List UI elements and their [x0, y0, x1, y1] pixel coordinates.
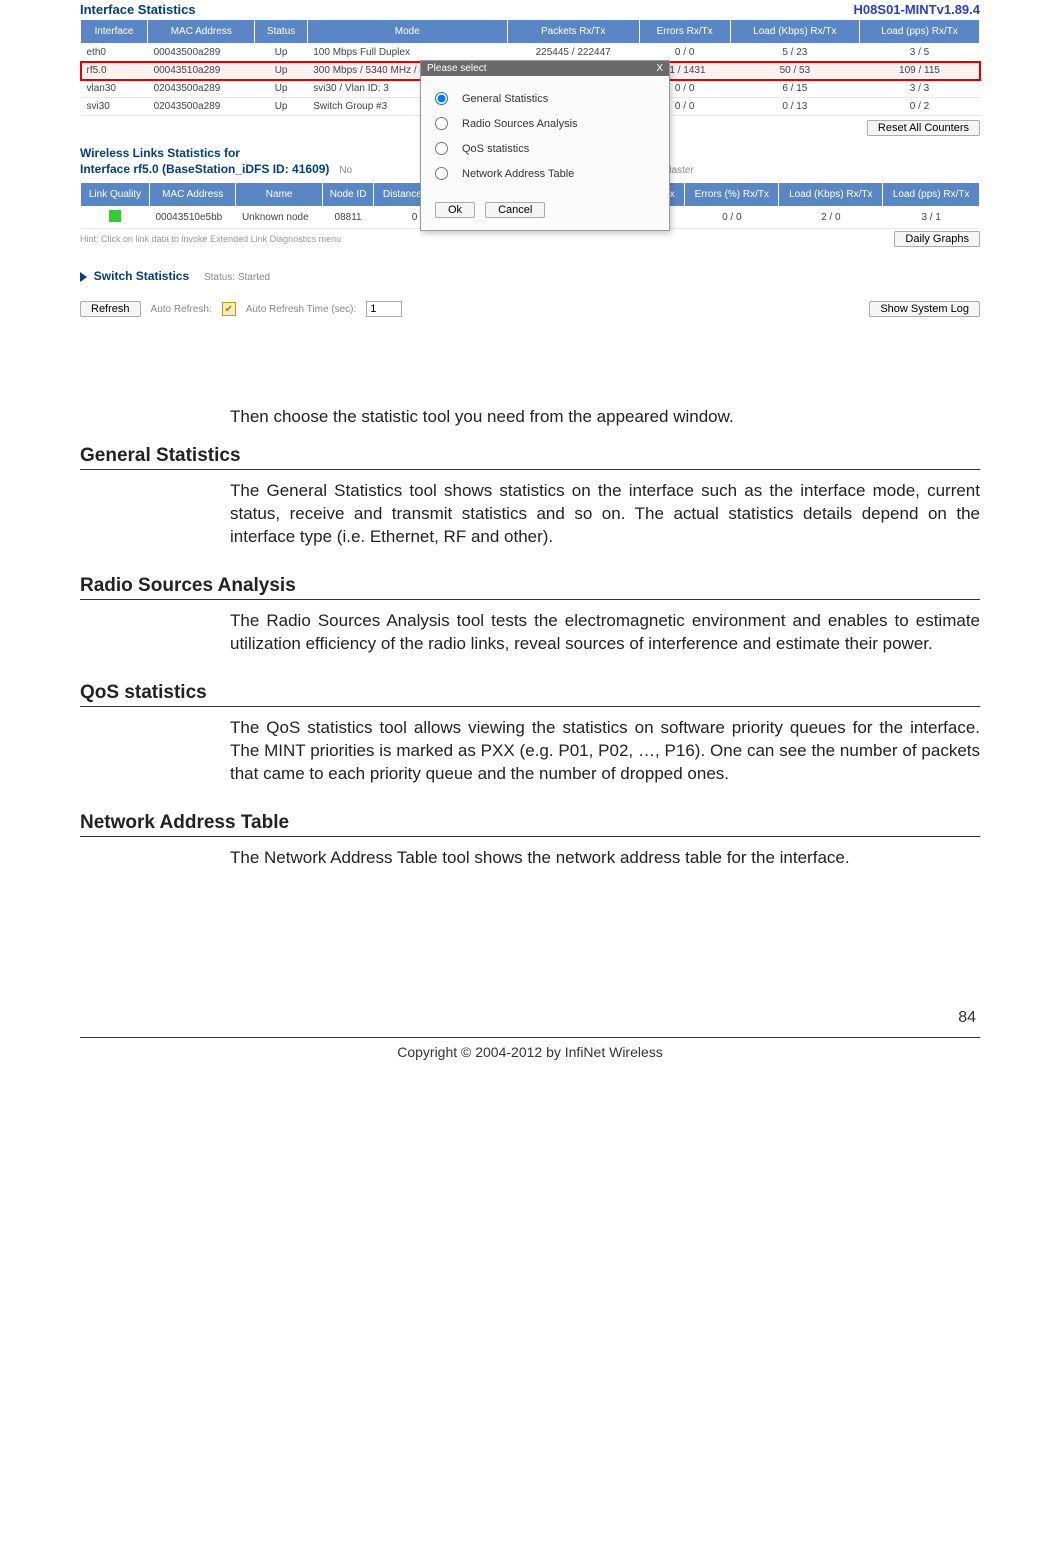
option-general-statistics[interactable]: General Statistics: [435, 86, 655, 111]
section-nat-heading: Network Address Table: [80, 812, 980, 837]
col-interface: Interface: [81, 20, 148, 44]
daily-graphs-button[interactable]: Daily Graphs: [894, 231, 980, 247]
wl-kbps: 2 / 0: [779, 207, 883, 229]
wl-col-nodeid: Node ID: [322, 183, 373, 207]
auto-refresh-time-input[interactable]: [366, 301, 402, 317]
auto-refresh-time-label: Auto Refresh Time (sec):: [246, 304, 357, 315]
section-qos-body: The QoS statistics tool allows viewing t…: [230, 717, 980, 786]
reset-counters-button[interactable]: Reset All Counters: [867, 120, 980, 136]
cell-pps: 3 / 5: [860, 44, 980, 62]
cell-mode: 100 Mbps Full Duplex: [307, 44, 507, 62]
col-packets: Packets Rx/Tx: [507, 20, 639, 44]
quality-indicator-icon: [109, 210, 121, 222]
cell-pps: 109 / 115: [860, 62, 980, 80]
switch-status-value: Started: [238, 272, 270, 283]
cell-interface: vlan30: [81, 80, 148, 98]
wl-col-quality: Link Quality: [81, 183, 150, 207]
cell-errors: 0 / 0: [639, 44, 730, 62]
option-label: Network Address Table: [462, 168, 574, 180]
screenshot-panel: Interface Statistics H08S01-MINTv1.89.4 …: [80, 0, 980, 317]
col-load-pps: Load (pps) Rx/Tx: [860, 20, 980, 44]
wireless-links-subheading: Interface rf5.0 (BaseStation_iDFS ID: 41…: [80, 162, 329, 176]
page-number: 84: [80, 1009, 980, 1027]
link-quality-cell: [81, 207, 150, 229]
dialog-ok-button[interactable]: Ok: [435, 202, 475, 218]
cell-status: Up: [255, 98, 307, 116]
wireless-info-prefix: No: [339, 165, 352, 176]
cell-packets: 225445 / 222447: [507, 44, 639, 62]
section-radio-sources-heading: Radio Sources Analysis: [80, 575, 980, 600]
radio-network-address-table[interactable]: [435, 167, 448, 180]
refresh-button[interactable]: Refresh: [80, 301, 141, 317]
wl-col-load-kbps: Load (Kbps) Rx/Tx: [779, 183, 883, 207]
cell-interface: rf5.0: [81, 62, 148, 80]
device-model: H08S01-MINTv1.89.4: [854, 2, 980, 17]
wl-mac: 00043510e5bb: [149, 207, 235, 229]
dialog-title: Please select: [427, 63, 486, 74]
switch-statistics-heading[interactable]: Switch Statistics: [94, 269, 189, 283]
cell-mac: 02043500a289: [148, 98, 255, 116]
option-qos-statistics[interactable]: QoS statistics: [435, 136, 655, 161]
cell-pps: 0 / 2: [860, 98, 980, 116]
radio-general-statistics[interactable]: [435, 92, 448, 105]
option-radio-sources[interactable]: Radio Sources Analysis: [435, 111, 655, 136]
cell-kbps: 5 / 23: [730, 44, 859, 62]
cell-status: Up: [255, 80, 307, 98]
expand-icon[interactable]: [80, 272, 87, 282]
cell-pps: 3 / 3: [860, 80, 980, 98]
cell-interface: svi30: [81, 98, 148, 116]
wl-col-mac: MAC Address: [149, 183, 235, 207]
show-system-log-button[interactable]: Show System Log: [869, 301, 980, 317]
cell-mac: 00043510a289: [148, 62, 255, 80]
auto-refresh-checkbox[interactable]: ✔: [222, 302, 236, 316]
option-network-address-table[interactable]: Network Address Table: [435, 161, 655, 186]
wl-name: Unknown node: [236, 207, 322, 229]
wl-pps: 3 / 1: [883, 207, 980, 229]
section-nat-body: The Network Address Table tool shows the…: [230, 847, 980, 870]
dialog-cancel-button[interactable]: Cancel: [485, 202, 545, 218]
intro-text: Then choose the statistic tool you need …: [230, 407, 980, 427]
auto-refresh-label: Auto Refresh:: [151, 304, 212, 315]
wl-col-name: Name: [236, 183, 322, 207]
option-label: QoS statistics: [462, 143, 529, 155]
section-radio-sources-body: The Radio Sources Analysis tool tests th…: [230, 610, 980, 656]
select-tool-dialog: Please select X General Statistics Radio…: [420, 60, 670, 231]
option-label: Radio Sources Analysis: [462, 118, 578, 130]
radio-radio-sources[interactable]: [435, 117, 448, 130]
col-mac: MAC Address: [148, 20, 255, 44]
radio-qos-statistics[interactable]: [435, 142, 448, 155]
cell-kbps: 6 / 15: [730, 80, 859, 98]
cell-mac: 00043500a289: [148, 44, 255, 62]
cell-mac: 02043500a289: [148, 80, 255, 98]
wl-col-errors: Errors (%) Rx/Tx: [685, 183, 779, 207]
col-mode: Mode: [307, 20, 507, 44]
cell-status: Up: [255, 44, 307, 62]
dialog-close-icon[interactable]: X: [656, 63, 663, 74]
section-general-statistics-heading: General Statistics: [80, 445, 980, 470]
switch-status-label: Status:: [204, 272, 235, 283]
col-load-kbps: Load (Kbps) Rx/Tx: [730, 20, 859, 44]
col-status: Status: [255, 20, 307, 44]
table-row[interactable]: eth000043500a289Up100 Mbps Full Duplex22…: [81, 44, 980, 62]
cell-interface: eth0: [81, 44, 148, 62]
cell-kbps: 50 / 53: [730, 62, 859, 80]
wl-errors: 0 / 0: [685, 207, 779, 229]
cell-kbps: 0 / 13: [730, 98, 859, 116]
copyright-text: Copyright © 2004-2012 by InfiNet Wireles…: [80, 1038, 980, 1060]
option-label: General Statistics: [462, 93, 548, 105]
wl-col-load-pps: Load (pps) Rx/Tx: [883, 183, 980, 207]
wl-node: 08811: [322, 207, 373, 229]
panel-title: Interface Statistics: [80, 2, 196, 17]
wireless-hint: Hint: Click on link data to invoke Exten…: [80, 234, 341, 244]
section-general-statistics-body: The General Statistics tool shows statis…: [230, 480, 980, 549]
cell-status: Up: [255, 62, 307, 80]
document-body: Then choose the statistic tool you need …: [80, 407, 980, 1060]
col-errors: Errors Rx/Tx: [639, 20, 730, 44]
section-qos-heading: QoS statistics: [80, 682, 980, 707]
